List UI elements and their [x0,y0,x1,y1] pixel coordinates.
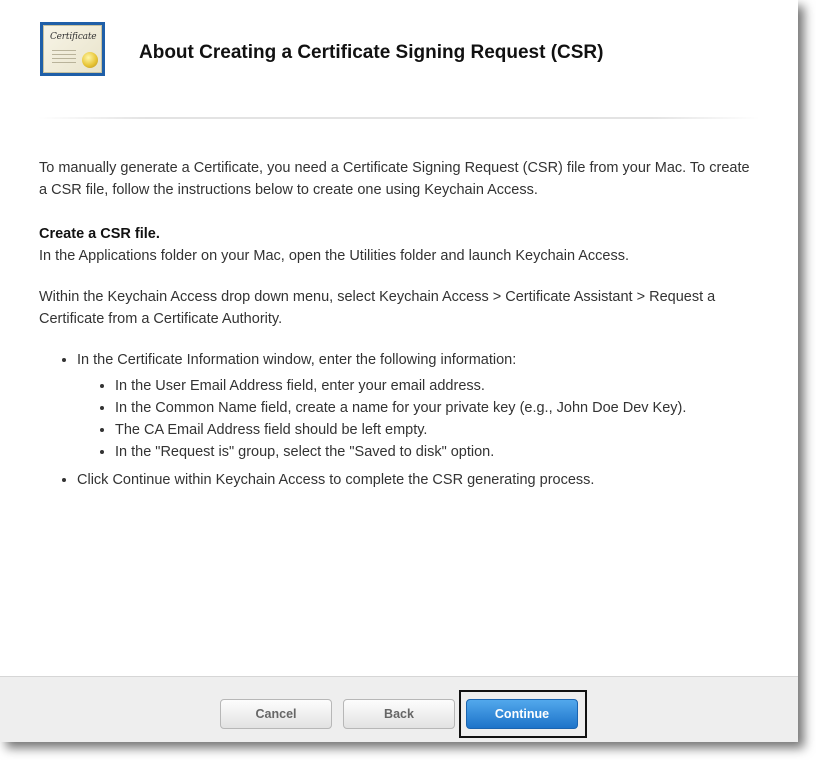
certificate-icon: Certificate [40,22,105,76]
dialog-window: Certificate About Creating a Certificate… [0,0,798,742]
sub-list-item: In the "Request is" group, select the "S… [115,441,759,463]
certificate-paper: Certificate [43,25,102,73]
certificate-lines [52,50,76,64]
dialog-header: Certificate About Creating a Certificate… [0,0,798,118]
step-paragraph-2: Within the Keychain Access drop down men… [39,289,716,327]
dialog-footer: Cancel Back Continue [0,676,798,742]
step-paragraph-1: In the Applications folder on your Mac, … [39,248,630,264]
certificate-icon-text: Certificate [50,32,97,42]
list-item: Click Continue within Keychain Access to… [77,469,759,491]
intro-paragraph: To manually generate a Certificate, you … [39,160,750,198]
continue-button[interactable]: Continue [466,699,578,729]
sub-list-item: In the Common Name field, create a name … [115,397,759,419]
list-item-text: In the Certificate Information window, e… [77,352,517,368]
instructions-content: To manually generate a Certificate, you … [39,157,759,497]
sub-list-item: In the User Email Address field, enter y… [115,375,759,397]
section-heading: Create a CSR file. [39,226,160,242]
instruction-list: In the Certificate Information window, e… [39,349,759,491]
cancel-button[interactable]: Cancel [220,699,332,729]
header-divider [38,117,760,119]
sub-instruction-list: In the User Email Address field, enter y… [77,375,759,463]
sub-list-item: The CA Email Address field should be lef… [115,419,759,441]
page-title: About Creating a Certificate Signing Req… [139,42,604,63]
back-button[interactable]: Back [343,699,455,729]
list-item: In the Certificate Information window, e… [77,349,759,463]
list-item-text: Click Continue within Keychain Access to… [77,472,595,488]
certificate-seal-icon [82,52,98,68]
